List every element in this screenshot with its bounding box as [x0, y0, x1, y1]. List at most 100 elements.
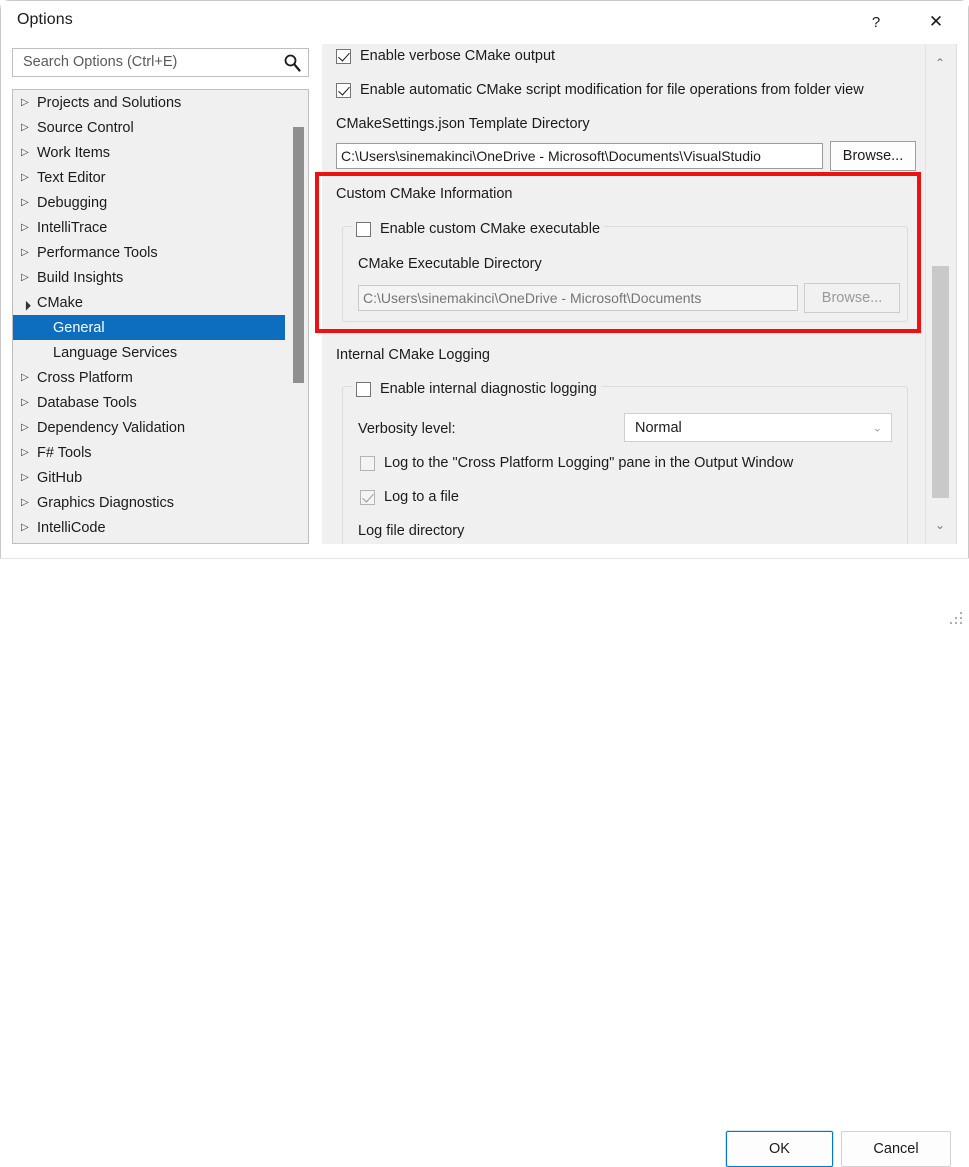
log-to-output-pane-checkbox[interactable]: [360, 456, 375, 471]
enable-internal-diagnostic-logging-label: Enable internal diagnostic logging: [380, 381, 597, 397]
options-dialog: Options ? ✕ ▷Projects and Solutions▷Sour…: [0, 0, 969, 629]
options-content-panel: Enable verbose CMake output Enable autom…: [322, 44, 957, 544]
ok-button-label: OK: [769, 1141, 790, 1157]
options-category-tree[interactable]: ▷Projects and Solutions▷Source Control▷W…: [12, 89, 309, 544]
tree-item-debugging[interactable]: ▷Debugging: [13, 190, 291, 215]
template-directory-input[interactable]: C:\Users\sinemakinci\OneDrive - Microsof…: [336, 143, 823, 169]
tree-item-label: Cross Platform: [37, 370, 133, 386]
tree-item-live-share[interactable]: ▷Live Share: [13, 540, 291, 544]
tree-item-dependency-validation[interactable]: ▷Dependency Validation: [13, 415, 291, 440]
tree-item-label: Projects and Solutions: [37, 95, 181, 111]
tree-collapsed-arrow-icon[interactable]: ▷: [21, 497, 37, 508]
enable-custom-cmake-executable-row[interactable]: Enable custom CMake executable: [352, 221, 604, 237]
cmake-executable-directory-input[interactable]: C:\Users\sinemakinci\OneDrive - Microsof…: [358, 285, 798, 311]
window-frame-left-edge: [0, 12, 1, 629]
log-to-a-file-checkbox[interactable]: [360, 490, 375, 505]
verbosity-level-dropdown[interactable]: Normal ⌄: [624, 413, 892, 442]
tree-item-graphics-diagnostics[interactable]: ▷Graphics Diagnostics: [13, 490, 291, 515]
scroll-down-icon[interactable]: ⌄: [926, 512, 954, 538]
tree-item-label: Work Items: [37, 145, 110, 161]
tree-collapsed-arrow-icon[interactable]: ▷: [21, 372, 37, 383]
content-scrollbar[interactable]: ⌃ ⌄: [925, 44, 954, 544]
tree-collapsed-arrow-icon[interactable]: ▷: [21, 172, 37, 183]
enable-verbose-cmake-output-checkbox[interactable]: [336, 49, 351, 64]
tree-item-label: General: [53, 320, 105, 336]
enable-automatic-script-modification-checkbox[interactable]: [336, 83, 351, 98]
tree-item-source-control[interactable]: ▷Source Control: [13, 115, 291, 140]
enable-automatic-script-modification-row[interactable]: Enable automatic CMake script modificati…: [336, 82, 864, 98]
tree-item-intellicode[interactable]: ▷IntelliCode: [13, 515, 291, 540]
search-input[interactable]: [21, 53, 275, 71]
tree-collapsed-arrow-icon[interactable]: ▷: [21, 122, 37, 133]
template-directory-browse-label: Browse...: [843, 148, 903, 164]
tree-item-label: Build Insights: [37, 270, 123, 286]
tree-item-label: Dependency Validation: [37, 420, 185, 436]
tree-item-build-insights[interactable]: ▷Build Insights: [13, 265, 291, 290]
tree-collapsed-arrow-icon[interactable]: ▷: [21, 222, 37, 233]
enable-custom-cmake-executable-checkbox[interactable]: [356, 222, 371, 237]
tree-collapsed-arrow-icon[interactable]: ▷: [21, 472, 37, 483]
tree-item-label: Debugging: [37, 195, 107, 211]
tree-collapsed-arrow-icon[interactable]: ▷: [21, 522, 37, 533]
tree-item-intellitrace[interactable]: ▷IntelliTrace: [13, 215, 291, 240]
tree-item-label: Language Services: [53, 345, 177, 361]
tree-item-database-tools[interactable]: ▷Database Tools: [13, 390, 291, 415]
help-icon[interactable]: ?: [853, 2, 899, 42]
enable-verbose-cmake-output-row[interactable]: Enable verbose CMake output: [336, 48, 555, 64]
dialog-footer: OK Cancel: [0, 559, 969, 629]
tree-item-label: Performance Tools: [37, 245, 158, 261]
tree-item-label: IntelliTrace: [37, 220, 107, 236]
window-title: Options: [17, 11, 73, 29]
resize-grip-dot: [960, 622, 962, 624]
enable-internal-diagnostic-logging-row[interactable]: Enable internal diagnostic logging: [352, 381, 601, 397]
tree-collapsed-arrow-icon[interactable]: ▷: [21, 247, 37, 258]
tree-item-cross-platform[interactable]: ▷Cross Platform: [13, 365, 291, 390]
tree-scrollbar-thumb[interactable]: [293, 127, 304, 383]
cancel-button[interactable]: Cancel: [841, 1131, 951, 1167]
resize-grip-dot: [960, 612, 962, 614]
chevron-down-icon: ⌄: [873, 421, 882, 434]
enable-internal-diagnostic-logging-checkbox[interactable]: [356, 382, 371, 397]
search-box[interactable]: [12, 48, 309, 77]
tree-item-work-items[interactable]: ▷Work Items: [13, 140, 291, 165]
tree-item-text-editor[interactable]: ▷Text Editor: [13, 165, 291, 190]
enable-automatic-script-modification-label: Enable automatic CMake script modificati…: [360, 82, 864, 98]
tree-item-general[interactable]: General: [13, 315, 285, 340]
content-scrollbar-thumb[interactable]: [932, 266, 949, 498]
tree-item-f-tools[interactable]: ▷F# Tools: [13, 440, 291, 465]
ok-button[interactable]: OK: [726, 1131, 833, 1167]
tree-collapsed-arrow-icon[interactable]: ▷: [21, 147, 37, 158]
tree-item-label: Graphics Diagnostics: [37, 495, 174, 511]
tree-scrollbar[interactable]: [290, 91, 307, 544]
tree-item-list: ▷Projects and Solutions▷Source Control▷W…: [13, 90, 291, 544]
tree-item-projects-and-solutions[interactable]: ▷Projects and Solutions: [13, 90, 291, 115]
tree-item-cmake[interactable]: ◢CMake: [13, 290, 291, 315]
log-to-a-file-row[interactable]: Log to a file: [360, 489, 459, 505]
tree-collapsed-arrow-icon[interactable]: ▷: [21, 397, 37, 408]
cancel-button-label: Cancel: [873, 1141, 918, 1157]
template-directory-browse-button[interactable]: Browse...: [830, 141, 916, 171]
tree-item-github[interactable]: ▷GitHub: [13, 465, 291, 490]
close-icon[interactable]: ✕: [913, 2, 959, 42]
tree-collapsed-arrow-icon[interactable]: ▷: [21, 422, 37, 433]
tree-item-label: CMake: [37, 295, 83, 311]
verbosity-level-value: Normal: [635, 420, 682, 436]
log-file-directory-label: Log file directory: [358, 523, 464, 539]
cmake-executable-directory-browse-button[interactable]: Browse...: [804, 283, 900, 313]
internal-logging-section-title: Internal CMake Logging: [336, 347, 490, 363]
tree-item-performance-tools[interactable]: ▷Performance Tools: [13, 240, 291, 265]
resize-grip[interactable]: [950, 612, 964, 626]
tree-collapsed-arrow-icon[interactable]: ▷: [21, 97, 37, 108]
log-to-output-pane-row[interactable]: Log to the "Cross Platform Logging" pane…: [360, 455, 793, 471]
scroll-up-icon[interactable]: ⌃: [926, 50, 954, 76]
tree-expanded-arrow-icon[interactable]: ◢: [19, 293, 38, 312]
tree-collapsed-arrow-icon[interactable]: ▷: [21, 197, 37, 208]
search-icon[interactable]: [282, 52, 302, 74]
resize-grip-dot: [955, 622, 957, 624]
template-directory-label: CMakeSettings.json Template Directory: [336, 116, 590, 132]
tree-collapsed-arrow-icon[interactable]: ▷: [21, 272, 37, 283]
tree-item-language-services[interactable]: Language Services: [13, 340, 291, 365]
log-to-a-file-label: Log to a file: [384, 489, 459, 505]
enable-custom-cmake-executable-label: Enable custom CMake executable: [380, 221, 600, 237]
tree-collapsed-arrow-icon[interactable]: ▷: [21, 447, 37, 458]
